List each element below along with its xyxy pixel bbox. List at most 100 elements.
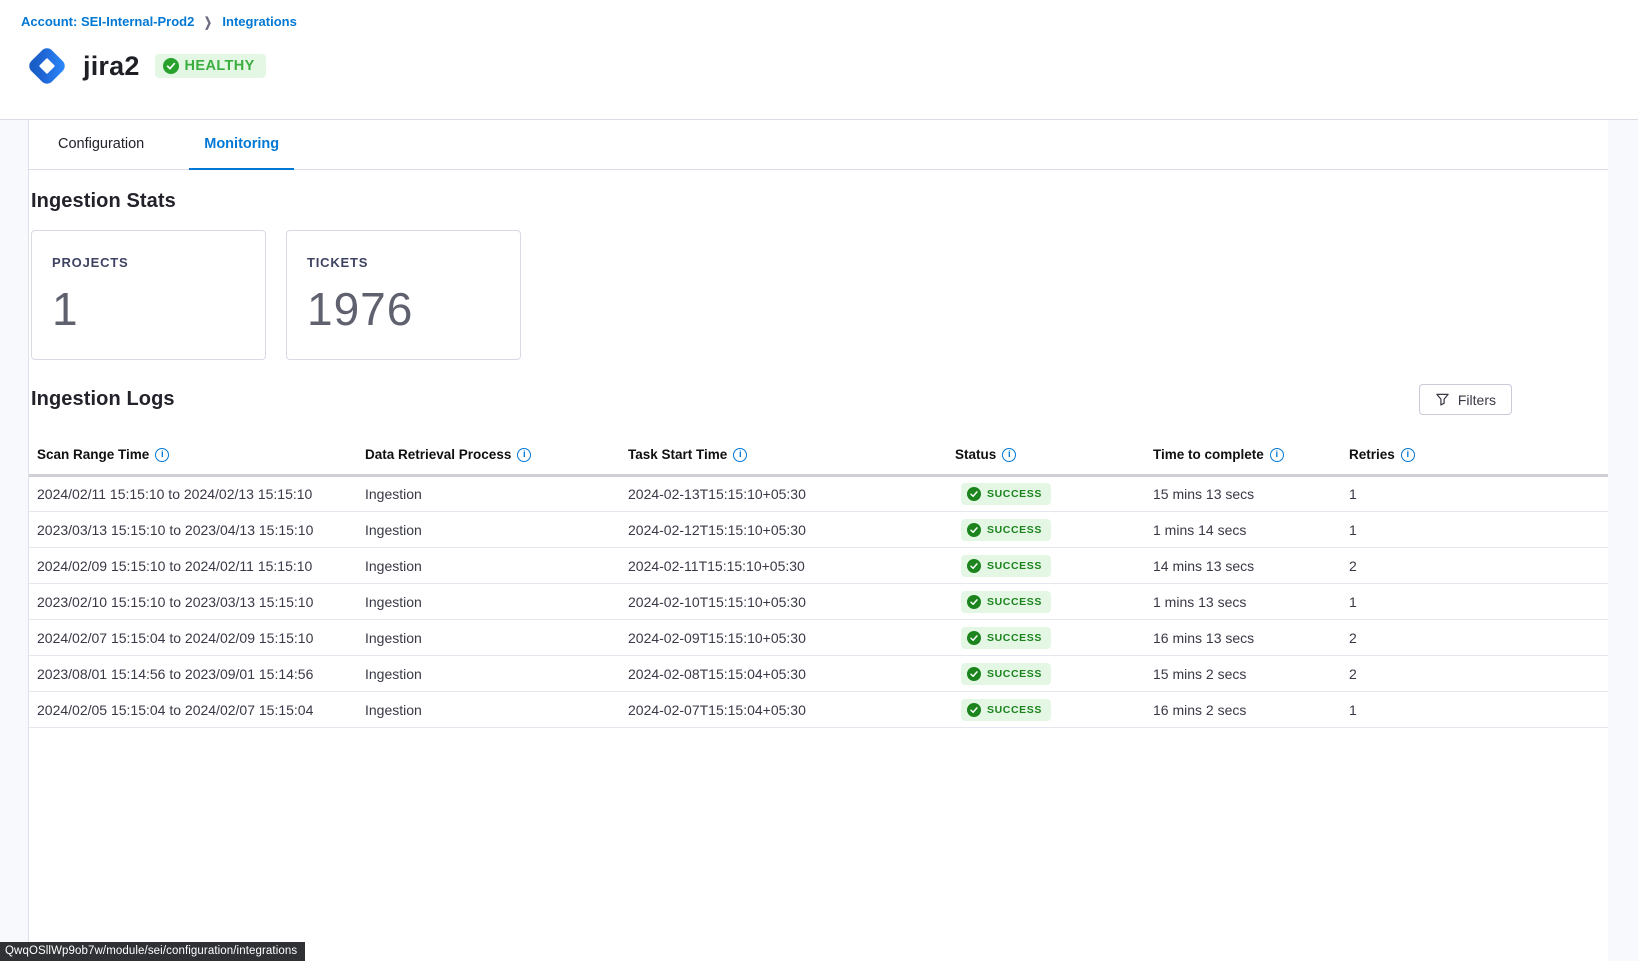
cell-status: SUCCESS: [955, 476, 1153, 512]
cell-task-start-time: 2024-02-13T15:15:10+05:30: [628, 476, 955, 512]
cell-task-start-time: 2024-02-11T15:15:10+05:30: [628, 548, 955, 584]
cell-data-retrieval-process: Ingestion: [365, 584, 628, 620]
cell-scan-range-time: 2024/02/05 15:15:04 to 2024/02/07 15:15:…: [29, 692, 365, 728]
stat-card-projects: PROJECTS 1: [31, 230, 266, 360]
status-badge: SUCCESS: [961, 663, 1051, 685]
column-label: Time to complete: [1153, 447, 1264, 462]
cell-scan-range-time: 2024/02/11 15:15:10 to 2024/02/13 15:15:…: [29, 476, 365, 512]
chevron-right-icon: ❯: [204, 14, 212, 29]
stat-card-tickets: TICKETS 1976: [286, 230, 521, 360]
status-badge: SUCCESS: [961, 483, 1051, 505]
status-badge: SUCCESS: [961, 627, 1051, 649]
stat-value: 1976: [307, 282, 500, 336]
cell-time-to-complete: 16 mins 13 secs: [1153, 620, 1349, 656]
check-circle-icon: [967, 703, 981, 717]
column-header-status: Statusi: [955, 433, 1153, 476]
check-circle-icon: [967, 667, 981, 681]
cell-status: SUCCESS: [955, 548, 1153, 584]
info-icon[interactable]: i: [517, 448, 531, 462]
check-circle-icon: [967, 595, 981, 609]
cell-scan-range-time: 2023/03/13 15:15:10 to 2023/04/13 15:15:…: [29, 512, 365, 548]
cell-data-retrieval-process: Ingestion: [365, 548, 628, 584]
cell-scan-range-time: 2024/02/09 15:15:10 to 2024/02/11 15:15:…: [29, 548, 365, 584]
table-row: 2024/02/05 15:15:04 to 2024/02/07 15:15:…: [29, 692, 1608, 728]
breadcrumb-account-link[interactable]: Account: SEI-Internal-Prod2: [21, 14, 194, 29]
page-body: Configuration Monitoring Ingestion Stats…: [0, 120, 1638, 961]
column-label: Scan Range Time: [37, 447, 149, 462]
check-circle-icon: [163, 58, 179, 74]
column-header-time-to-complete: Time to complete i: [1153, 433, 1349, 476]
page-title: jira2: [83, 51, 140, 82]
column-header-task-start-time: Task Start Timei: [628, 433, 955, 476]
cell-time-to-complete: 16 mins 2 secs: [1153, 692, 1349, 728]
filters-button[interactable]: Filters: [1419, 384, 1512, 415]
status-label: SUCCESS: [987, 524, 1042, 536]
cell-time-to-complete: 15 mins 2 secs: [1153, 656, 1349, 692]
cell-retries: 1: [1349, 476, 1608, 512]
health-status-badge: HEALTHY: [155, 54, 266, 78]
cell-data-retrieval-process: Ingestion: [365, 656, 628, 692]
status-badge: SUCCESS: [961, 699, 1051, 721]
table-row: 2023/02/10 15:15:10 to 2023/03/13 15:15:…: [29, 584, 1608, 620]
cell-data-retrieval-process: Ingestion: [365, 476, 628, 512]
cell-retries: 1: [1349, 584, 1608, 620]
cell-scan-range-time: 2023/08/01 15:14:56 to 2023/09/01 15:14:…: [29, 656, 365, 692]
ingestion-logs-heading: Ingestion Logs: [31, 388, 175, 411]
info-icon[interactable]: i: [733, 448, 747, 462]
main-panel: Configuration Monitoring Ingestion Stats…: [29, 120, 1608, 961]
check-circle-icon: [967, 559, 981, 573]
cell-time-to-complete: 1 mins 14 secs: [1153, 512, 1349, 548]
table-row: 2024/02/11 15:15:10 to 2024/02/13 15:15:…: [29, 476, 1608, 512]
stat-label: PROJECTS: [52, 255, 245, 270]
status-label: SUCCESS: [987, 632, 1042, 644]
url-preview-status-bar: QwqOSllWp9ob7w/module/sei/configuration/…: [0, 942, 305, 961]
cell-retries: 2: [1349, 620, 1608, 656]
ingestion-logs-table: Scan Range Time i Data Retrieval Processi…: [29, 433, 1608, 728]
cell-scan-range-time: 2023/02/10 15:15:10 to 2023/03/13 15:15:…: [29, 584, 365, 620]
left-gutter: [0, 120, 29, 961]
status-label: SUCCESS: [987, 488, 1042, 500]
check-circle-icon: [967, 523, 981, 537]
cell-time-to-complete: 1 mins 13 secs: [1153, 584, 1349, 620]
filters-button-label: Filters: [1458, 392, 1496, 408]
filter-icon: [1435, 392, 1450, 407]
tab-configuration[interactable]: Configuration: [43, 120, 159, 170]
stats-cards-row: PROJECTS 1 TICKETS 1976: [31, 230, 1608, 360]
cell-status: SUCCESS: [955, 656, 1153, 692]
tabs-bar: Configuration Monitoring: [29, 120, 1608, 170]
status-badge: SUCCESS: [961, 555, 1051, 577]
jira-logo-icon: [20, 38, 74, 94]
table-row: 2023/03/13 15:15:10 to 2023/04/13 15:15:…: [29, 512, 1608, 548]
cell-status: SUCCESS: [955, 620, 1153, 656]
ingestion-logs-heading-row: Ingestion Logs Filters: [31, 384, 1608, 415]
table-row: 2024/02/07 15:15:04 to 2024/02/09 15:15:…: [29, 620, 1608, 656]
check-circle-icon: [967, 631, 981, 645]
info-icon[interactable]: i: [155, 448, 169, 462]
cell-retries: 2: [1349, 656, 1608, 692]
status-badge: SUCCESS: [961, 519, 1051, 541]
info-icon[interactable]: i: [1401, 448, 1415, 462]
column-header-data-retrieval-process: Data Retrieval Processi: [365, 433, 628, 476]
cell-time-to-complete: 15 mins 13 secs: [1153, 476, 1349, 512]
info-icon[interactable]: i: [1270, 448, 1284, 462]
status-label: SUCCESS: [987, 704, 1042, 716]
info-icon[interactable]: i: [1002, 448, 1016, 462]
breadcrumb: Account: SEI-Internal-Prod2 ❯ Integratio…: [21, 14, 297, 29]
cell-task-start-time: 2024-02-07T15:15:04+05:30: [628, 692, 955, 728]
cell-retries: 1: [1349, 512, 1608, 548]
cell-retries: 2: [1349, 548, 1608, 584]
column-header-retries: Retriesi: [1349, 433, 1608, 476]
logs-table-body: 2024/02/11 15:15:10 to 2024/02/13 15:15:…: [29, 476, 1608, 728]
breadcrumb-integrations-link[interactable]: Integrations: [222, 14, 296, 29]
page-header: Account: SEI-Internal-Prod2 ❯ Integratio…: [0, 0, 1638, 120]
tab-monitoring[interactable]: Monitoring: [189, 120, 294, 170]
cell-task-start-time: 2024-02-08T15:15:04+05:30: [628, 656, 955, 692]
cell-status: SUCCESS: [955, 512, 1153, 548]
health-status-label: HEALTHY: [185, 58, 255, 74]
stat-value: 1: [52, 282, 245, 336]
table-row: 2024/02/09 15:15:10 to 2024/02/11 15:15:…: [29, 548, 1608, 584]
table-row: 2023/08/01 15:14:56 to 2023/09/01 15:14:…: [29, 656, 1608, 692]
cell-status: SUCCESS: [955, 692, 1153, 728]
status-label: SUCCESS: [987, 668, 1042, 680]
check-circle-icon: [967, 487, 981, 501]
